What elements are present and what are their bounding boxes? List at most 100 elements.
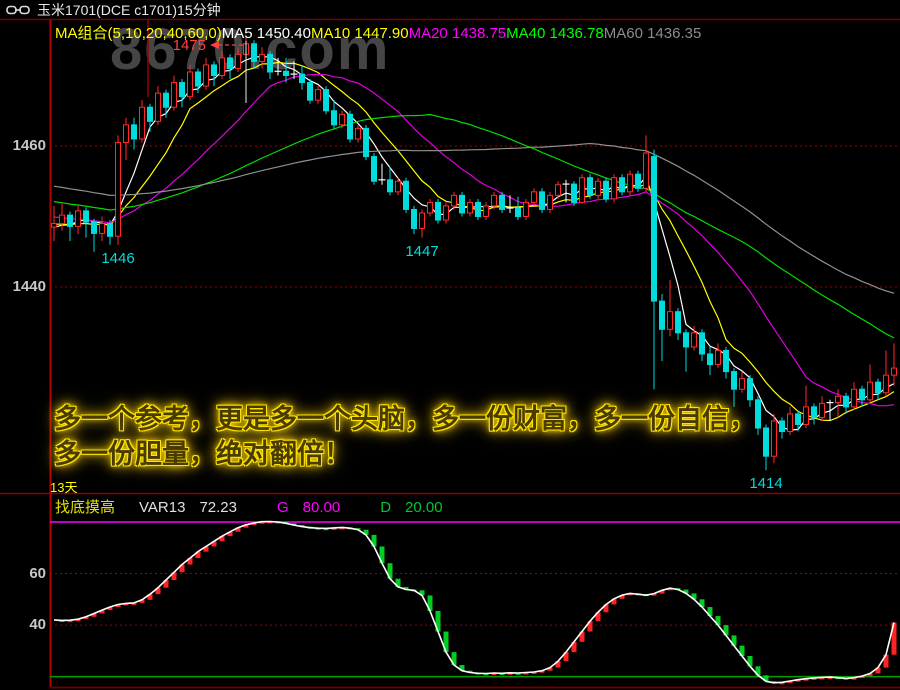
candle-body: [611, 177, 617, 200]
trading-app-window: 玉米1701(DCE c1701)15分钟 8670.com MA组合(5,10…: [0, 0, 900, 690]
candle-body: [283, 70, 289, 76]
candle-body: [491, 194, 497, 207]
chart-canvas[interactable]: [0, 0, 900, 690]
candle-body: [483, 205, 489, 218]
candle-body: [891, 367, 897, 376]
indicator-d-value: 20.00: [405, 499, 443, 516]
candle-body: [691, 332, 697, 348]
candle-body: [683, 332, 689, 348]
candle-body: [419, 212, 425, 229]
candle-body: [715, 349, 721, 366]
candle-body: [803, 406, 809, 425]
promo-line-1: 多一个参考，更是多一个头脑，多一份财富，多一份自信，: [54, 404, 756, 434]
candle-body: [595, 180, 601, 196]
candle-body: [619, 177, 625, 193]
candle-body: [227, 57, 233, 69]
candle-body: [555, 184, 561, 196]
candle-body: [851, 388, 857, 408]
candle-body: [747, 378, 753, 401]
candle-body: [395, 180, 401, 193]
candle-body: [867, 381, 873, 401]
candle-body: [787, 413, 793, 433]
candle-body: [387, 179, 393, 193]
link-icon: [6, 4, 30, 16]
ma10-readout: MA10 1447.90: [311, 25, 409, 42]
candle-body: [251, 43, 257, 62]
candle-body: [459, 194, 465, 214]
candle-body: [443, 205, 449, 221]
candle-body: [323, 89, 329, 112]
candle-body: [91, 221, 97, 234]
candle-body: [843, 395, 849, 408]
candle-body: [579, 177, 585, 203]
candle-body: [627, 173, 633, 193]
candle-body: [83, 210, 89, 223]
ma10-line: [53, 61, 895, 422]
ma-lines: [53, 55, 895, 431]
candle-body: [331, 110, 337, 126]
promo-overlay-text: 多一个参考，更是多一个头脑，多一份财富，多一份自信， 多一份胆量，绝对翻倍！: [54, 402, 756, 472]
candle-body: [203, 64, 209, 87]
candle-body: [875, 381, 881, 394]
ma-group-label: MA组合(5,10,20,40,60,0): [55, 25, 222, 42]
candle-body: [403, 180, 409, 210]
candle-body: [67, 214, 73, 227]
indicator-d-label: D: [380, 499, 392, 516]
ma5-line: [53, 55, 895, 431]
candle-body: [147, 106, 153, 122]
ma60-readout: MA60 1436.35: [603, 25, 702, 42]
candle-body: [315, 89, 321, 101]
candle-body: [123, 124, 129, 143]
candle-body: [411, 208, 417, 229]
candle-body: [515, 207, 521, 217]
candle-body: [651, 156, 657, 302]
candle-body: [427, 201, 433, 214]
indicator-var-label: VAR13: [139, 499, 186, 516]
candle-body: [179, 82, 185, 98]
indicator-bars[interactable]: [59, 521, 897, 685]
candle-body: [771, 420, 777, 457]
candle-body: [587, 177, 593, 196]
candle-body: [635, 173, 641, 189]
candle-body: [723, 349, 729, 373]
indicator-header: 找底摸高 VAR13 72.23 G 80.00 D 20.00: [55, 496, 443, 517]
candle-body: [571, 183, 577, 203]
candle-body: [363, 127, 369, 158]
candle-body: [451, 194, 457, 207]
promo-line-2: 多一份胆量，绝对翻倍！: [54, 439, 351, 469]
ma20-readout: MA20 1438.75: [408, 25, 507, 42]
indicator-curve: [53, 520, 895, 684]
candle-body: [115, 141, 121, 237]
candle-body: [739, 378, 745, 390]
candle-body: [211, 64, 217, 77]
candle-body: [235, 53, 241, 69]
candle-body: [107, 223, 113, 237]
candle-body: [755, 399, 761, 429]
ma-indicator-bar: MA组合(5,10,20,40,60,0)MA5 1450.40MA10 144…: [55, 22, 701, 42]
candle-body: [339, 113, 345, 126]
candle-body: [259, 53, 265, 62]
candle-body: [763, 427, 769, 457]
candle-body: [699, 332, 705, 355]
candle-body: [195, 71, 201, 87]
ma40-readout: MA40 1436.78: [506, 25, 604, 42]
ma20-line: [53, 73, 895, 407]
candle-body: [187, 71, 193, 98]
candle-body: [171, 82, 177, 108]
candle-body: [131, 124, 137, 140]
candle-body: [707, 353, 713, 366]
indicator-g-label: G: [276, 499, 289, 516]
indicator-g-value: 80.00: [302, 499, 341, 516]
candle-body: [539, 191, 545, 210]
candle-body: [835, 395, 841, 404]
indicator-name: 找底摸高: [55, 499, 116, 516]
candle-body: [139, 106, 145, 140]
candle-body: [883, 374, 889, 394]
candle-body: [435, 201, 441, 221]
candle-body: [779, 420, 785, 433]
candle-body: [267, 53, 273, 73]
candle-body: [475, 201, 481, 217]
ma5-readout: MA5 1450.40: [221, 25, 311, 42]
candle-body: [99, 223, 105, 234]
candle-body: [531, 191, 537, 203]
